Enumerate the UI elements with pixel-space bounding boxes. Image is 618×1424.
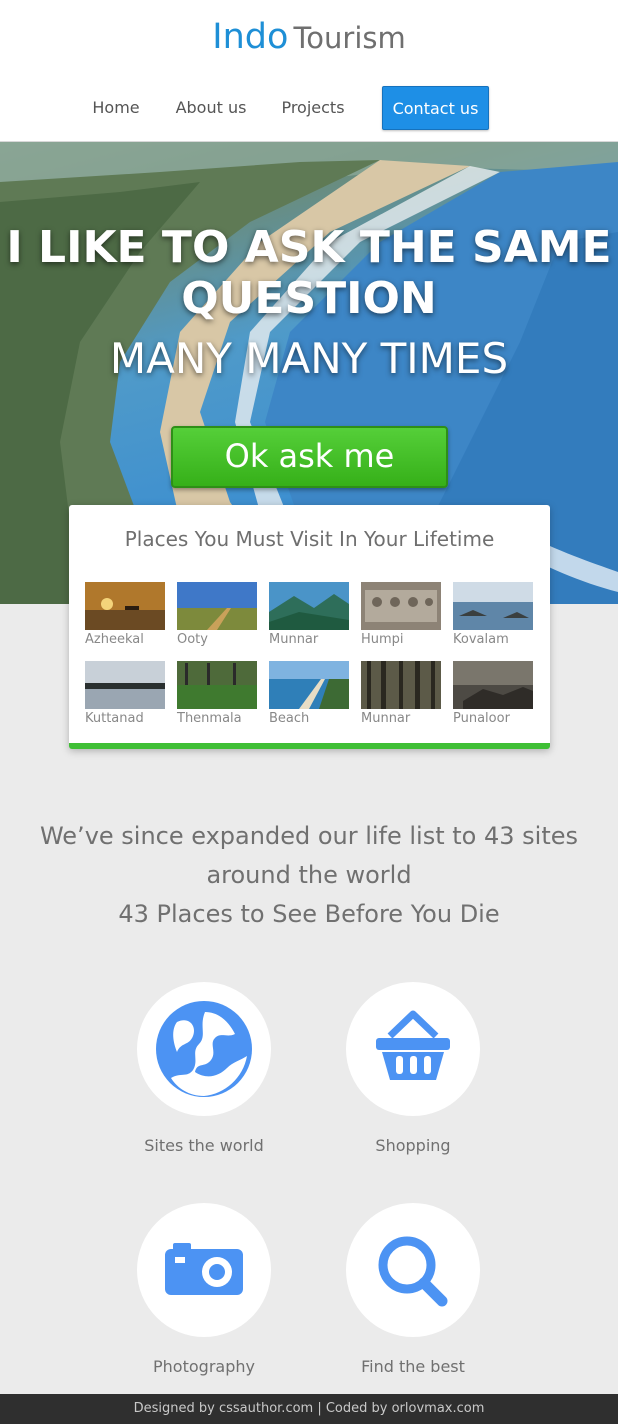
main-nav: Home About us Projects Contact us xyxy=(0,86,618,130)
site-header: Indo Tourism Home About us Projects Cont… xyxy=(0,0,618,142)
place-item-punaloor[interactable]: Punaloor xyxy=(453,661,533,727)
feature-label: Photography xyxy=(153,1357,255,1376)
place-item-kovalam[interactable]: Kovalam xyxy=(453,582,533,648)
place-item-beach[interactable]: Beach xyxy=(269,661,349,727)
place-item-kuttanad[interactable]: Kuttanad xyxy=(85,661,165,727)
place-label: Thenmala xyxy=(177,711,242,726)
place-thumbnail[interactable] xyxy=(85,582,165,630)
logo-secondary: Tourism xyxy=(293,21,406,55)
tagline-line-3: 43 Places to See Before You Die xyxy=(118,900,500,928)
feature-sites-the-world[interactable]: Sites the world xyxy=(99,982,309,1155)
place-thumbnail[interactable] xyxy=(177,661,257,709)
place-label: Azheekal xyxy=(85,632,144,647)
place-thumbnail[interactable] xyxy=(269,661,349,709)
feature-label: Sites the world xyxy=(144,1136,264,1155)
feature-photography[interactable]: Photography xyxy=(99,1203,309,1376)
feature-icon-circle[interactable] xyxy=(137,982,271,1116)
tagline-line-2: around the world xyxy=(206,861,412,889)
place-thumbnail[interactable] xyxy=(453,661,533,709)
place-thumbnail[interactable] xyxy=(453,582,533,630)
nav-about-us[interactable]: About us xyxy=(166,86,256,130)
hero-headline-line-2: QUESTION xyxy=(181,273,437,324)
places-card-title: Places You Must Visit In Your Lifetime xyxy=(124,527,495,551)
place-thumbnail[interactable] xyxy=(361,661,441,709)
place-item-munnar-2[interactable]: Munnar xyxy=(361,661,441,727)
place-item-ooty[interactable]: Ooty xyxy=(177,582,257,648)
place-label: Munnar xyxy=(269,632,319,647)
tagline-line-1: We’ve since expanded our life list to 43… xyxy=(39,822,579,850)
camera-icon xyxy=(165,1243,243,1295)
place-label: Kovalam xyxy=(453,632,509,647)
feature-icon-circle[interactable] xyxy=(346,982,480,1116)
footer-credit: Designed by cssauthor.com | Coded by orl… xyxy=(133,1401,485,1416)
place-item-munnar[interactable]: Munnar xyxy=(269,582,349,648)
feature-find-the-best[interactable]: Find the best xyxy=(308,1203,518,1376)
hero-headline-line-1: I LIKE TO ASK THE SAME xyxy=(6,222,612,273)
site-footer: Designed by cssauthor.com | Coded by orl… xyxy=(0,1394,618,1424)
place-item-humpi[interactable]: Humpi xyxy=(361,582,441,648)
feature-shopping[interactable]: Shopping xyxy=(308,982,518,1155)
place-label: Humpi xyxy=(361,632,404,647)
place-label: Punaloor xyxy=(453,711,510,726)
place-item-thenmala[interactable]: Thenmala xyxy=(177,661,257,727)
place-thumbnail[interactable] xyxy=(177,582,257,630)
feature-icon-circle[interactable] xyxy=(137,1203,271,1337)
feature-label: Shopping xyxy=(375,1136,451,1155)
feature-label: Find the best xyxy=(361,1357,465,1376)
place-label: Kuttanad xyxy=(85,711,144,726)
place-thumbnail[interactable] xyxy=(269,582,349,630)
place-label: Beach xyxy=(269,711,310,726)
place-item-azheekal[interactable]: Azheekal xyxy=(85,582,165,648)
ok-ask-me-button[interactable]: Ok ask me xyxy=(171,426,448,488)
places-card: Places You Must Visit In Your Lifetime A… xyxy=(69,505,550,749)
place-thumbnail[interactable] xyxy=(85,661,165,709)
globe-icon xyxy=(156,1001,252,1097)
site-logo[interactable]: Indo Tourism xyxy=(0,14,618,66)
place-thumbnail[interactable] xyxy=(361,582,441,630)
place-label: Ooty xyxy=(177,632,208,647)
logo-primary: Indo xyxy=(212,17,289,57)
nav-contact-us-button[interactable]: Contact us xyxy=(382,86,489,130)
basket-icon xyxy=(376,1010,450,1080)
nav-home[interactable]: Home xyxy=(78,86,154,130)
feature-icon-circle[interactable] xyxy=(346,1203,480,1337)
hero-subheadline: MANY MANY TIMES xyxy=(109,334,509,383)
search-icon xyxy=(378,1236,448,1307)
nav-projects[interactable]: Projects xyxy=(270,86,356,130)
place-label: Munnar xyxy=(361,711,411,726)
